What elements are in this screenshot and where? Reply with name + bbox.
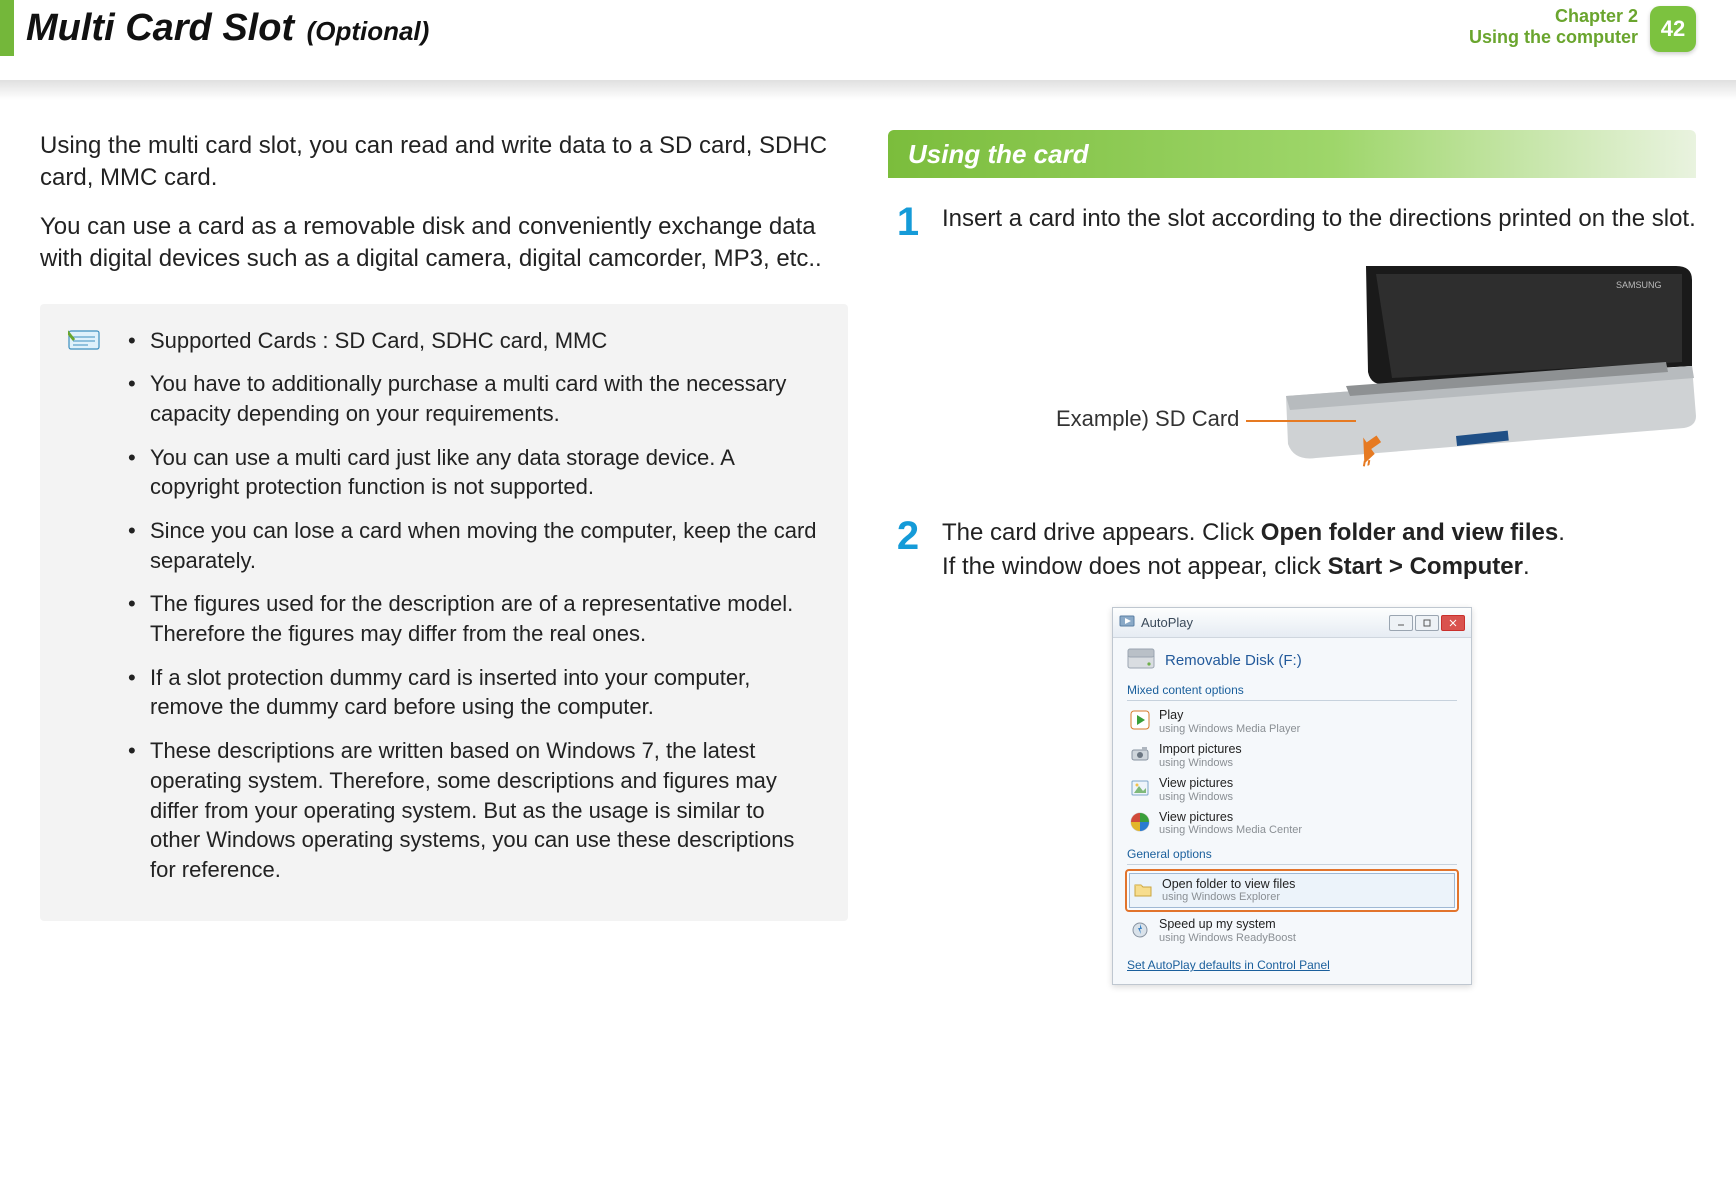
close-button[interactable] [1441, 615, 1465, 631]
section-header: Using the card [888, 130, 1696, 178]
text: If the window does not appear, click [942, 553, 1328, 580]
header-right: Chapter 2 Using the computer 42 [1469, 0, 1696, 52]
autoplay-option-view-2[interactable]: View pictures using Windows Media Center [1127, 807, 1457, 841]
page-header: Multi Card Slot (Optional) Chapter 2 Usi… [0, 0, 1736, 80]
text: The card drive appears. Click [942, 519, 1261, 546]
chapter-label: Chapter 2 [1469, 6, 1638, 27]
left-column: Using the multi card slot, you can read … [40, 130, 848, 985]
option-title: View pictures [1159, 777, 1233, 791]
figure-caption: Example) SD Card [1056, 406, 1239, 432]
note-item: If a slot protection dummy card is inser… [128, 663, 820, 722]
option-title: Open folder to view files [1162, 878, 1295, 892]
autoplay-app-icon [1119, 613, 1135, 632]
step-1: 1 Insert a card into the slot according … [888, 202, 1696, 242]
maximize-button[interactable] [1415, 615, 1439, 631]
window-buttons [1389, 615, 1465, 631]
autoplay-group-mixed: Mixed content options [1127, 683, 1457, 701]
note-item: Since you can lose a card when moving th… [128, 516, 820, 575]
autoplay-option-view-1[interactable]: View pictures using Windows [1127, 773, 1457, 807]
option-subtitle: using Windows [1159, 757, 1242, 769]
page-title-optional: (Optional) [307, 16, 430, 46]
option-text: View pictures using Windows Media Center [1159, 811, 1302, 837]
autoplay-defaults-link[interactable]: Set AutoPlay defaults in Control Panel [1127, 958, 1330, 972]
intro-paragraph-2: You can use a card as a removable disk a… [40, 211, 848, 276]
option-text: Open folder to view files using Windows … [1162, 878, 1295, 904]
step-body: The card drive appears. Click Open folde… [942, 516, 1565, 583]
option-text: Import pictures using Windows [1159, 743, 1242, 769]
autoplay-option-import[interactable]: Import pictures using Windows [1127, 739, 1457, 773]
autoplay-option-open-folder[interactable]: Open folder to view files using Windows … [1129, 873, 1455, 909]
removable-disk-icon [1127, 648, 1155, 673]
step-2-line-1: The card drive appears. Click Open folde… [942, 516, 1565, 550]
svg-text:SAMSUNG: SAMSUNG [1616, 280, 1662, 290]
autoplay-highlight-box: Open folder to view files using Windows … [1125, 869, 1459, 913]
wmp-play-icon [1129, 709, 1151, 731]
readyboost-icon [1129, 918, 1151, 940]
manual-page: Multi Card Slot (Optional) Chapter 2 Usi… [0, 0, 1736, 1185]
note-item: You can use a multi card just like any d… [128, 443, 820, 502]
option-text: Speed up my system using Windows ReadyBo… [1159, 918, 1296, 944]
text-bold: Open folder and view files [1261, 519, 1558, 546]
autoplay-drive-label: Removable Disk (F:) [1165, 652, 1302, 669]
option-subtitle: using Windows [1159, 791, 1233, 803]
option-subtitle: using Windows Media Center [1159, 824, 1302, 836]
chapter-subtitle: Using the computer [1469, 27, 1638, 48]
option-title: Import pictures [1159, 743, 1242, 757]
note-list: Supported Cards : SD Card, SDHC card, MM… [128, 326, 820, 885]
option-text: Play using Windows Media Player [1159, 709, 1300, 735]
option-subtitle: using Windows Explorer [1162, 891, 1295, 903]
camera-icon [1129, 743, 1151, 765]
note-item: These descriptions are written based on … [128, 736, 820, 884]
intro-paragraph-1: Using the multi card slot, you can read … [40, 130, 848, 195]
autoplay-option-readyboost[interactable]: Speed up my system using Windows ReadyBo… [1127, 914, 1457, 948]
note-item: Supported Cards : SD Card, SDHC card, MM… [128, 326, 820, 356]
page-title: Multi Card Slot [26, 7, 294, 49]
callout-line [1246, 420, 1356, 422]
autoplay-drive-row: Removable Disk (F:) [1127, 648, 1457, 673]
step-2-line-2: If the window does not appear, click Sta… [942, 550, 1565, 584]
page-number-badge: 42 [1650, 6, 1696, 52]
note-icon [68, 328, 100, 352]
chapter-block: Chapter 2 Using the computer [1469, 6, 1638, 47]
step-body: Insert a card into the slot according to… [942, 202, 1696, 242]
note-box: Supported Cards : SD Card, SDHC card, MM… [40, 304, 848, 921]
note-item: The figures used for the description are… [128, 589, 820, 648]
text: . [1523, 553, 1530, 580]
laptop-illustration: SAMSUNG [1276, 266, 1696, 466]
right-column: Using the card 1 Insert a card into the … [888, 130, 1696, 985]
text-bold: Start > Computer [1328, 553, 1523, 580]
option-subtitle: using Windows ReadyBoost [1159, 932, 1296, 944]
page-body: Using the multi card slot, you can read … [0, 100, 1736, 985]
folder-icon [1132, 878, 1154, 900]
autoplay-dialog: AutoPlay Removable Disk (F:) Mixed [1112, 607, 1472, 985]
header-left: Multi Card Slot (Optional) [0, 0, 429, 56]
option-text: View pictures using Windows [1159, 777, 1233, 803]
option-title: View pictures [1159, 811, 1302, 825]
note-item: You have to additionally purchase a mult… [128, 369, 820, 428]
step-number: 2 [888, 516, 928, 583]
step-2: 2 The card drive appears. Click Open fol… [888, 516, 1696, 583]
autoplay-titlebar: AutoPlay [1113, 608, 1471, 638]
option-subtitle: using Windows Media Player [1159, 723, 1300, 735]
picture-icon [1129, 777, 1151, 799]
text: . [1558, 519, 1565, 546]
autoplay-group-general: General options [1127, 847, 1457, 865]
autoplay-body: Removable Disk (F:) Mixed content option… [1113, 638, 1471, 984]
autoplay-title: AutoPlay [1141, 615, 1383, 630]
option-title: Speed up my system [1159, 918, 1296, 932]
minimize-button[interactable] [1389, 615, 1413, 631]
intro-block: Using the multi card slot, you can read … [40, 130, 848, 276]
laptop-figure: SAMSUNG Example) SD Card [1116, 266, 1696, 496]
header-shadow [0, 80, 1736, 100]
header-accent-bar [0, 0, 14, 56]
media-center-icon [1129, 811, 1151, 833]
autoplay-option-play[interactable]: Play using Windows Media Player [1127, 705, 1457, 739]
step-number: 1 [888, 202, 928, 242]
option-title: Play [1159, 709, 1300, 723]
